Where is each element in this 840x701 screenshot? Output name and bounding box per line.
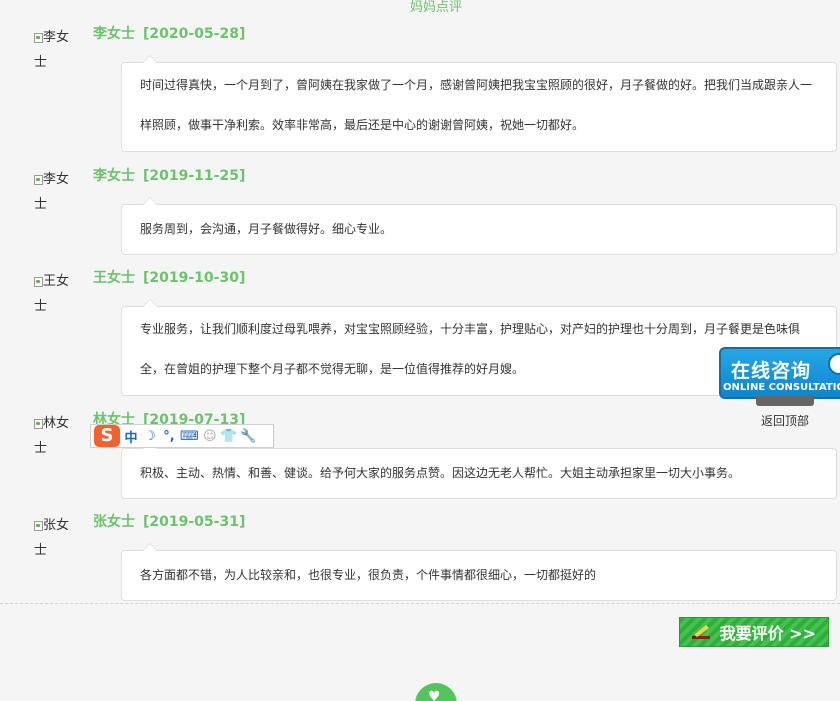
review-item: 张女士 张女士 [2019-05-31] 各方面都不错，为人比较亲和，也很专业，很… <box>34 513 837 603</box>
moon-icon[interactable]: ☽ <box>142 429 158 444</box>
skin-icon[interactable]: 👕 <box>221 429 237 444</box>
avatar: 王女士 <box>34 269 80 319</box>
review-text: 各方面都不错，为人比较亲和，也很专业，很负责，个件事情都很细心，一切都挺好的 <box>121 543 837 601</box>
divider <box>0 603 840 604</box>
back-to-top-button[interactable]: 返回顶部 <box>755 396 815 429</box>
online-consultation-button[interactable]: 在线咨询 ONLINE CONSULTATION <box>719 347 840 399</box>
review-date: [2019-10-30] <box>143 270 246 286</box>
user-icon[interactable]: ☺ <box>202 429 218 444</box>
review-item: 李女士 李女士 [2020-05-28] 时间过得真快，一个月到了，曾阿姨在我家做… <box>34 25 837 155</box>
reviewer-name: 李女士 <box>93 168 135 184</box>
review-item: 李女士 李女士 [2019-11-25] 服务周到，会沟通，月子餐做得好。细心专业… <box>34 167 837 257</box>
review-date: [2019-05-31] <box>143 514 246 530</box>
write-review-label: 我要评价 >> <box>719 624 816 643</box>
broken-image-icon <box>34 33 43 43</box>
punctuation-icon[interactable]: °, <box>161 429 177 444</box>
avatar: 李女士 <box>34 25 80 75</box>
chat-bubble-icon <box>828 353 840 375</box>
avatar: 林女士 <box>34 411 80 461</box>
ime-mode-toggle[interactable]: 中 <box>123 427 139 446</box>
review-text: 积极、主动、热情、和善、健谈。给予何大家的服务点赞。因这边无老人帮忙。大姐主动承… <box>121 441 837 499</box>
online-consultation-cn: 在线咨询 <box>731 360 812 382</box>
broken-image-icon <box>34 419 43 429</box>
review-date: [2019-11-25] <box>143 168 246 184</box>
broken-image-icon <box>34 277 43 287</box>
keyboard-icon[interactable]: ⌨ <box>180 429 199 444</box>
ime-toolbar: S 中 ☽ °, ⌨ ☺ 👕 🔧 <box>90 424 274 448</box>
review-meta: 张女士 [2019-05-31] <box>93 513 245 531</box>
page-header: 妈妈点评 <box>409 0 462 15</box>
write-review-button[interactable]: 我要评价 >> <box>679 617 829 647</box>
broken-image-icon <box>34 175 43 185</box>
reviewer-name: 李女士 <box>93 26 135 42</box>
avatar: 李女士 <box>34 167 80 217</box>
review-meta: 李女士 [2020-05-28] <box>93 25 245 43</box>
review-date: [2020-05-28] <box>143 26 246 42</box>
review-item: 王女士 王女士 [2019-10-30] 专业服务，让我们顺利度过母乳喂养，对宝宝… <box>34 269 837 399</box>
wrench-icon[interactable]: 🔧 <box>240 429 256 444</box>
avatar: 张女士 <box>34 513 80 563</box>
review-meta: 李女士 [2019-11-25] <box>93 167 245 185</box>
green-heart-icon[interactable] <box>415 683 457 701</box>
sogou-logo-icon[interactable]: S <box>94 425 120 447</box>
review-text: 时间过得真快，一个月到了，曾阿姨在我家做了一个月，感谢曾阿姨把我宝宝照顾的很好，… <box>121 55 837 152</box>
review-meta: 王女士 [2019-10-30] <box>93 269 245 287</box>
review-text: 服务周到，会沟通，月子餐做得好。细心专业。 <box>121 197 837 255</box>
online-consultation-en: ONLINE CONSULTATION <box>723 382 840 393</box>
back-to-top-label: 返回顶部 <box>760 414 809 428</box>
reviewer-name: 王女士 <box>93 270 135 286</box>
back-to-top-bar <box>756 396 814 406</box>
broken-image-icon <box>34 521 43 531</box>
reviewer-name: 张女士 <box>93 514 135 530</box>
pencil-icon <box>692 625 710 639</box>
